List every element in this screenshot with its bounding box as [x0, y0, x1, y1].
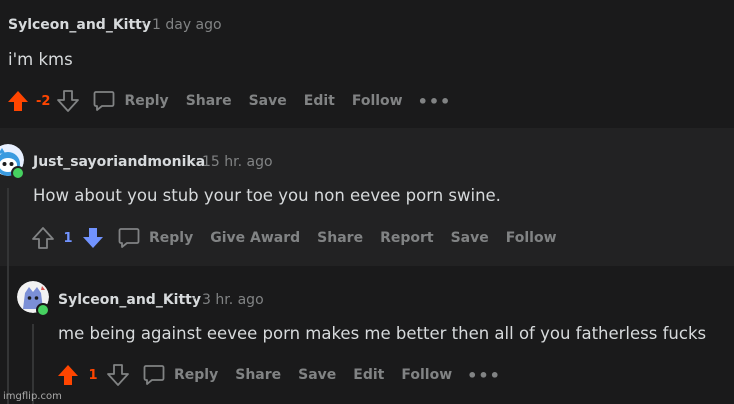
- follow-button[interactable]: Follow: [506, 230, 557, 246]
- separator: ·: [192, 292, 197, 307]
- comment-timestamp[interactable]: 3 hr. ago: [202, 292, 264, 308]
- vote-score: 1: [88, 367, 98, 383]
- ellipsis-icon[interactable]: •••: [418, 92, 452, 111]
- comment-3: Sylceon_and_Kitty · 3 hr. ago me being a…: [0, 266, 734, 404]
- follow-button[interactable]: Follow: [352, 93, 403, 109]
- comment-body: me being against eevee porn makes me bet…: [58, 324, 707, 343]
- thread-line[interactable]: [7, 266, 9, 404]
- online-dot-icon: [36, 303, 50, 317]
- save-button[interactable]: Save: [249, 93, 287, 109]
- down-arrow-icon[interactable]: [81, 226, 105, 250]
- comment-timestamp[interactable]: 15 hr. ago: [202, 154, 273, 170]
- comment-body: i'm kms: [8, 50, 73, 69]
- comment-actions: 1 Reply Share Save Edit Follow •••: [56, 362, 501, 388]
- share-button[interactable]: Share: [317, 230, 363, 246]
- vote-controls: 1: [31, 226, 105, 250]
- up-arrow-icon[interactable]: [56, 363, 80, 387]
- down-arrow-icon[interactable]: [106, 363, 130, 387]
- comment-author[interactable]: Sylceon_and_Kitty: [8, 17, 151, 33]
- reply-button[interactable]: Reply: [92, 89, 169, 113]
- up-arrow-icon[interactable]: [6, 89, 30, 113]
- separator: ·: [192, 154, 197, 169]
- up-arrow-icon[interactable]: [31, 226, 55, 250]
- online-dot-icon: [11, 166, 25, 180]
- down-arrow-icon[interactable]: [56, 89, 80, 113]
- vote-controls: -2: [6, 89, 80, 113]
- share-button[interactable]: Share: [235, 367, 281, 383]
- edit-button[interactable]: Edit: [353, 367, 384, 383]
- comment-actions: 1 Reply Give Award Share Report Save Fol…: [31, 225, 574, 251]
- comment-author[interactable]: Sylceon_and_Kitty: [58, 292, 201, 308]
- comment-author[interactable]: Just_sayoriandmonika: [33, 154, 205, 170]
- vote-score: 1: [63, 230, 73, 246]
- separator: ·: [142, 17, 147, 32]
- comment-body: How about you stub your toe you non eeve…: [33, 186, 501, 205]
- reply-label: Reply: [124, 93, 169, 109]
- follow-button[interactable]: Follow: [401, 367, 452, 383]
- share-button[interactable]: Share: [186, 93, 232, 109]
- thread-line[interactable]: [7, 188, 9, 266]
- report-button[interactable]: Report: [380, 230, 434, 246]
- reply-label: Reply: [174, 367, 219, 383]
- vote-score: -2: [36, 93, 51, 109]
- speech-bubble-icon: [143, 365, 165, 385]
- reply-button[interactable]: Reply: [117, 226, 193, 250]
- speech-bubble-icon: [118, 228, 140, 248]
- comment-actions: -2 Reply Share Save Edit Follow •••: [6, 88, 451, 114]
- watermark: imgflip.com: [3, 391, 62, 402]
- comment-timestamp[interactable]: 1 day ago: [152, 17, 222, 33]
- edit-button[interactable]: Edit: [304, 93, 335, 109]
- save-button[interactable]: Save: [298, 367, 336, 383]
- give-award-button[interactable]: Give Award: [210, 230, 300, 246]
- comment-1: Sylceon_and_Kitty · 1 day ago i'm kms -2…: [0, 0, 734, 128]
- reply-label: Reply: [149, 230, 194, 246]
- ellipsis-icon[interactable]: •••: [467, 366, 501, 385]
- reply-button[interactable]: Reply: [142, 363, 218, 387]
- save-button[interactable]: Save: [451, 230, 489, 246]
- comment-2: Just_sayoriandmonika · 15 hr. ago How ab…: [0, 128, 734, 266]
- speech-bubble-icon: [94, 91, 115, 111]
- vote-controls: 1: [56, 363, 130, 387]
